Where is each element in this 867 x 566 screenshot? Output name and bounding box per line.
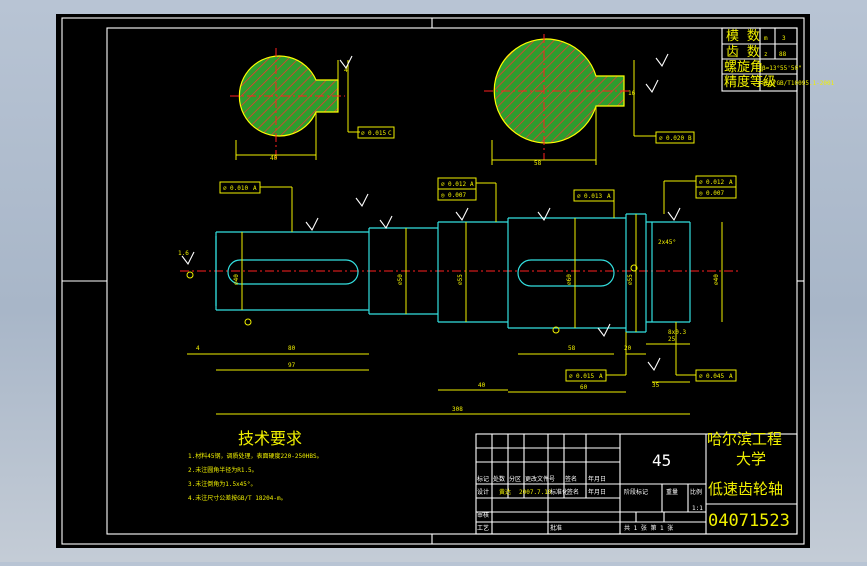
dim-right-len: 35	[652, 382, 660, 389]
svg-text:A: A	[729, 179, 733, 186]
row-label-count: 处数	[493, 475, 505, 483]
tech-title: 技术要求	[238, 429, 302, 448]
weight-label: 重量	[666, 488, 678, 496]
dim-left-full-len: 97	[288, 362, 296, 369]
stage-label: 阶段标记	[624, 488, 648, 496]
row-label-sign: 签名	[565, 475, 577, 483]
svg-text:⌀: ⌀	[441, 181, 445, 188]
spec-label-module: 模 数	[726, 29, 760, 44]
scale-value: 1:1	[692, 505, 703, 512]
svg-text:⌀: ⌀	[659, 135, 663, 142]
school-name-line1: 哈尔滨工程	[707, 430, 782, 448]
svg-text:0.013: 0.013	[584, 193, 602, 200]
process-label: 工艺	[477, 524, 489, 532]
svg-text:0.007: 0.007	[706, 190, 724, 197]
drawing-no: 04071523	[708, 511, 790, 531]
svg-text:◎: ◎	[441, 192, 445, 199]
spec-value-helix: β=13°55'50"	[762, 65, 802, 72]
part-name: 低速齿轮轴	[708, 480, 783, 498]
dim-shoulder: 20	[624, 345, 632, 352]
svg-text:⌀: ⌀	[223, 185, 227, 192]
dim-left-key-len: 80	[288, 345, 296, 352]
dim-d2: ⌀50	[397, 274, 404, 285]
school-name-line2: 大学	[736, 450, 766, 468]
svg-text:⌀: ⌀	[361, 130, 365, 137]
review-label: 审核	[477, 511, 489, 519]
drawing-sheet	[56, 14, 810, 548]
approve-label: 批准	[550, 524, 562, 532]
svg-text:⌀: ⌀	[569, 373, 573, 380]
svg-text:0.012: 0.012	[706, 179, 724, 186]
dim-d4: ⌀60	[566, 274, 573, 285]
design-date: 2007.7.10	[519, 489, 552, 496]
spec-label-teeth: 齿 数	[726, 45, 760, 60]
svg-text:0.010: 0.010	[230, 185, 248, 192]
svg-text:0.007: 0.007	[448, 192, 466, 199]
dim-left-section-width: 40	[270, 155, 278, 162]
dim-small-right: 25	[668, 336, 676, 343]
dim-chamfer: 2x45°	[658, 239, 676, 246]
svg-text:0.015: 0.015	[368, 130, 386, 137]
row-label-mark: 标记	[477, 475, 489, 483]
dim-ra: 1.6	[178, 250, 189, 257]
tech-item-3: 3.未注倒角为1.5x45°。	[188, 480, 257, 488]
scale-label: 比例	[690, 488, 702, 496]
spec-symbol-teeth: z	[764, 51, 768, 58]
sheets-text: 共 1 张 第 1 张	[624, 524, 673, 532]
svg-text:⌀: ⌀	[577, 193, 581, 200]
sign-label: 签名	[567, 488, 579, 496]
svg-text:⌀: ⌀	[699, 179, 703, 186]
engineering-drawing: 模 数 m 3 齿 数 z 88 螺旋角 β=13°55'50" 精度等级 8G…	[56, 14, 835, 548]
svg-text:◎: ◎	[699, 190, 703, 197]
dim-r-length: 4	[196, 345, 200, 352]
drawing-viewer: 模 数 m 3 齿 数 z 88 螺旋角 β=13°55'50" 精度等级 8G…	[0, 0, 867, 562]
svg-text:B: B	[688, 135, 692, 142]
material-text: 45	[652, 451, 671, 470]
dim-keyway2: 16	[628, 90, 636, 97]
spec-value-teeth: 88	[779, 51, 787, 58]
svg-text:⌀: ⌀	[699, 373, 703, 380]
row-label-change: 更改文件号	[525, 475, 555, 483]
svg-text:0.020: 0.020	[666, 135, 684, 142]
svg-text:A: A	[599, 373, 603, 380]
date-label: 年月日	[588, 488, 606, 496]
dim-rough-right: 8x0.3	[668, 329, 686, 336]
spec-label-helix: 螺旋角	[724, 60, 763, 75]
svg-text:A: A	[253, 185, 257, 192]
spec-value-precision: 8GJ/GB/T10095.1-2001	[762, 80, 835, 87]
row-label-date: 年月日	[588, 475, 606, 483]
tech-item-4: 4.未注尺寸公差按GB/T 18204-m。	[188, 494, 287, 502]
dim-d5: ⌀55	[627, 274, 634, 285]
svg-text:0.012: 0.012	[448, 181, 466, 188]
svg-text:A: A	[470, 181, 474, 188]
design-label: 设计	[477, 488, 489, 496]
dim-d6: ⌀40	[713, 274, 720, 285]
tech-item-2: 2.未注圆角半径为R1.5。	[188, 466, 258, 474]
spec-value-module: 3	[782, 35, 786, 42]
svg-text:A: A	[607, 193, 611, 200]
svg-text:0.045: 0.045	[706, 373, 724, 380]
dim-right-section-width: 58	[534, 160, 542, 167]
spec-symbol-module: m	[764, 35, 768, 42]
svg-text:A: A	[729, 373, 733, 380]
svg-text:C: C	[388, 130, 392, 137]
tech-item-1: 1.材料45钢，调质处理，表面硬度220-250HBS。	[188, 452, 323, 460]
dim-d1: ⌀40	[233, 274, 240, 285]
dim-d3: ⌀55	[457, 274, 464, 285]
row-label-zone: 分区	[509, 475, 521, 483]
svg-text:0.015: 0.015	[576, 373, 594, 380]
dim-right-key-len: 58	[568, 345, 576, 352]
dim-right-step-len: 60	[580, 384, 588, 391]
dim-mid-len: 40	[478, 382, 486, 389]
designer-name: 黄达	[499, 488, 511, 496]
standard-label: 标准化	[550, 488, 568, 496]
dim-total-len: 308	[452, 406, 463, 413]
